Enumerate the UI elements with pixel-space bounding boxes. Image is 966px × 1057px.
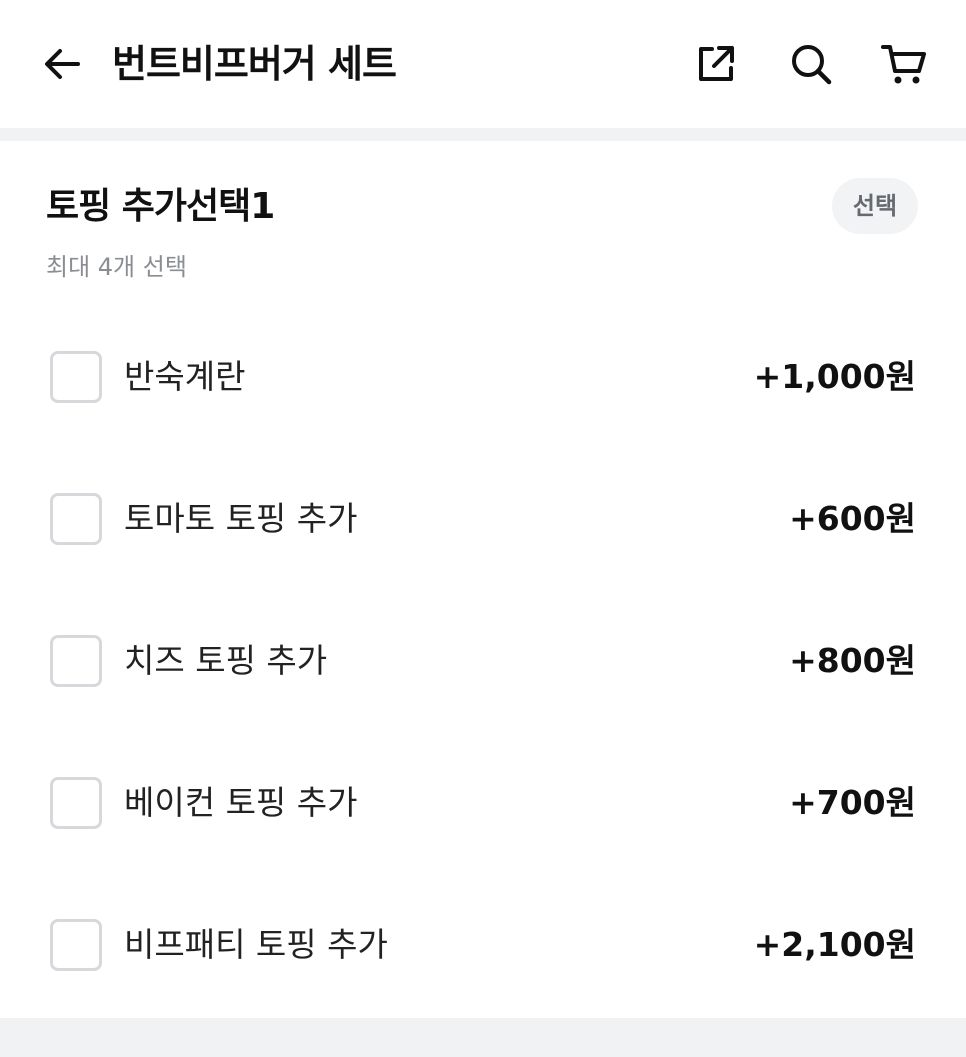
option-price: +700원 [789,783,916,822]
share-button[interactable] [688,36,744,92]
optional-badge: 선택 [832,178,918,234]
option-checkbox[interactable] [50,919,102,971]
option-checkbox[interactable] [50,351,102,403]
search-button[interactable] [783,36,839,92]
option-label: 반숙계란 [124,357,246,396]
option-price: +800원 [789,641,916,680]
option-item[interactable]: 비프패티 토핑 추가 +2,100원 [0,895,966,995]
share-external-icon [699,46,734,81]
top-app-bar: 번트비프버거 세트 [0,0,966,128]
option-checkbox[interactable] [50,493,102,545]
cart-button[interactable] [876,36,932,92]
option-group-title: 토핑 추가선택1 [46,186,275,227]
search-icon [792,45,832,85]
arrow-left-icon [45,49,80,79]
option-item[interactable]: 치즈 토핑 추가 +800원 [0,611,966,711]
option-item[interactable]: 베이컨 토핑 추가 +700원 [0,753,966,853]
option-label: 토마토 토핑 추가 [124,499,358,538]
section-divider [0,128,966,141]
option-group-subtitle: 최대 4개 선택 [46,253,187,281]
option-checkbox[interactable] [50,635,102,687]
option-price: +2,100원 [753,925,916,964]
option-label: 치즈 토핑 추가 [124,641,328,680]
option-price: +1,000원 [753,357,916,396]
topping-option-group: 토핑 추가선택1 선택 최대 4개 선택 반숙계란 +1,000원 토마토 토핑… [0,141,966,1018]
back-button[interactable] [36,38,88,90]
option-checkbox[interactable] [50,777,102,829]
cart-icon [881,45,926,84]
option-price: +600원 [789,499,916,538]
option-item[interactable]: 토마토 토핑 추가 +600원 [0,469,966,569]
option-label: 베이컨 토핑 추가 [124,783,358,822]
page-title: 번트비프버거 세트 [112,42,397,86]
section-divider [0,1018,966,1057]
option-label: 비프패티 토핑 추가 [124,925,388,964]
option-item[interactable]: 반숙계란 +1,000원 [0,327,966,427]
